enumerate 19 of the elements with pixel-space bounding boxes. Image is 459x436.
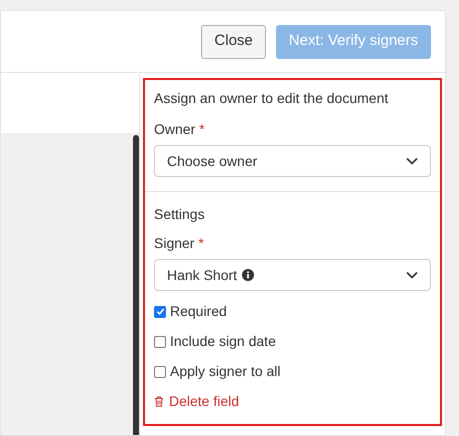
checkbox[interactable] xyxy=(154,306,166,318)
checkbox[interactable] xyxy=(154,366,166,378)
section-heading: Settings xyxy=(154,205,206,224)
owner-select[interactable]: Choose owner xyxy=(154,145,431,177)
delete-field-link[interactable]: Delete field xyxy=(154,391,240,412)
checkbox[interactable] xyxy=(154,336,166,348)
section-heading: Assign an owner to edit the document xyxy=(154,89,390,108)
scrollbar[interactable] xyxy=(133,135,139,435)
checkbox-label: Required xyxy=(170,302,227,321)
signer-select[interactable]: Hank Short xyxy=(154,259,431,291)
chevron-down-icon xyxy=(406,157,418,165)
owner-label: Owner * xyxy=(154,120,206,139)
signer-label: Signer * xyxy=(154,234,205,253)
close-button[interactable]: Close xyxy=(201,24,266,58)
chevron-down-icon xyxy=(406,271,418,279)
trash-icon xyxy=(154,396,164,407)
checkbox-label: Apply signer to all xyxy=(170,362,281,381)
checkmark-icon xyxy=(156,307,164,316)
checkbox-label: Include sign date xyxy=(170,332,276,351)
